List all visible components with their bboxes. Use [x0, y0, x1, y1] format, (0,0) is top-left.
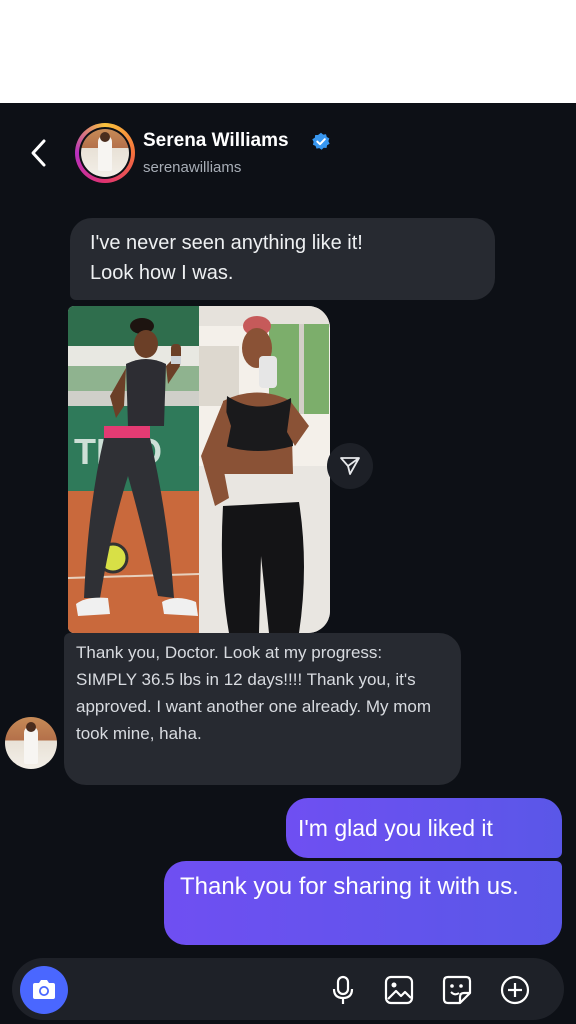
chevron-left-icon	[31, 139, 46, 167]
verified-badge-icon	[312, 132, 330, 150]
message-bubble-incoming[interactable]: Thank you, Doctor. Look at my progress: …	[64, 633, 461, 785]
message-text: Thank you for sharing it with us.	[180, 873, 519, 900]
status-area-blank	[0, 0, 576, 103]
message-bubble-outgoing[interactable]: Thank you for sharing it with us.	[164, 861, 562, 945]
microphone-button[interactable]	[327, 974, 359, 1006]
profile-avatar[interactable]	[75, 123, 135, 183]
share-photo-button[interactable]	[327, 443, 373, 489]
camera-button[interactable]	[20, 966, 68, 1014]
plus-button[interactable]	[499, 974, 531, 1006]
gallery-icon	[384, 975, 414, 1005]
contact-handle: serenawilliams	[143, 159, 242, 176]
message-bubble-outgoing[interactable]: I'm glad you liked it	[286, 798, 562, 858]
back-button[interactable]	[24, 133, 52, 173]
message-text: Thank you, Doctor. Look at my progress: …	[76, 643, 431, 743]
camera-icon	[33, 980, 55, 999]
message-text: I'm glad you liked it	[298, 815, 493, 841]
message-photo[interactable]: TIGO	[68, 306, 330, 633]
message-composer	[12, 958, 564, 1020]
sticker-button[interactable]	[441, 974, 473, 1006]
contact-name[interactable]: Serena Williams	[143, 130, 289, 152]
photo-before: TIGO	[68, 306, 199, 633]
gallery-button[interactable]	[383, 974, 415, 1006]
message-input[interactable]	[78, 972, 322, 1008]
message-text: I've never seen anything like it! Look h…	[90, 232, 363, 284]
photo-after	[199, 306, 330, 633]
message-bubble-incoming[interactable]: I've never seen anything like it! Look h…	[70, 218, 495, 300]
microphone-icon	[332, 975, 354, 1004]
sender-avatar[interactable]	[5, 717, 57, 769]
chat-screen: Serena Williams serenawilliams I've neve…	[0, 103, 576, 1024]
sticker-icon	[442, 975, 472, 1005]
send-icon	[340, 457, 360, 475]
avatar-image	[81, 129, 129, 177]
plus-icon	[500, 975, 530, 1005]
